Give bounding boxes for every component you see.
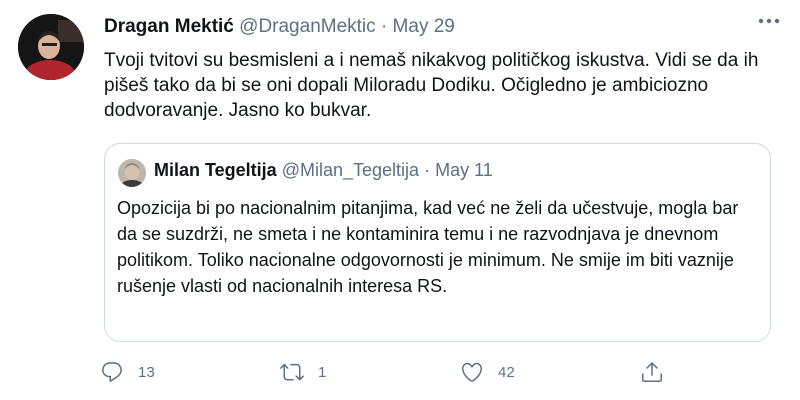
share-icon [642, 362, 662, 382]
more-icon [758, 18, 780, 24]
quoted-tweet-date: May 11 [435, 160, 493, 180]
author-name[interactable]: Dragan Mektić [104, 16, 234, 37]
tweet-date[interactable]: May 29 [393, 16, 455, 37]
tweet-text: Tvoji tvitovi su besmisleni a i nemaš ni… [104, 50, 759, 121]
avatar[interactable] [18, 14, 84, 80]
quoted-tweet-text: Opozicija bi po nacionalnim pitanjima, k… [117, 198, 739, 296]
avatar-image [18, 14, 84, 80]
author-handle[interactable]: @DraganMektic [239, 16, 376, 37]
reply-count: 13 [138, 363, 155, 381]
quoted-tweet-card[interactable]: Milan Tegeltija @Milan_Tegeltija · May 1… [104, 143, 771, 342]
heart-icon [461, 362, 483, 382]
reply-icon [102, 362, 122, 382]
retweet-button[interactable]: 1 [280, 354, 326, 390]
header-separator: · [380, 16, 388, 37]
reply-button[interactable]: 13 [100, 354, 155, 390]
more-button[interactable] [752, 6, 786, 36]
tweet-body: Tvoji tvitovi su besmisleni a i nemaš ni… [104, 48, 774, 123]
quoted-tweet-body: Opozicija bi po nacionalnim pitanjima, k… [117, 195, 762, 299]
quoted-avatar [118, 159, 146, 187]
quoted-author-handle: @Milan_Tegeltija [281, 160, 420, 180]
quoted-avatar-image [118, 159, 146, 187]
quoted-author-name: Milan Tegeltija [154, 160, 277, 180]
action-bar: 13 1 42 [100, 354, 680, 390]
like-button[interactable]: 42 [460, 354, 515, 390]
tweet-header: Dragan Mektić @DraganMektic · May 29 [104, 16, 455, 38]
quoted-tweet-header: Milan Tegeltija @Milan_Tegeltija · May 1… [154, 160, 493, 181]
like-count: 42 [498, 363, 515, 381]
retweet-icon [280, 363, 304, 381]
share-button[interactable] [640, 354, 664, 390]
quoted-header-separator: · [424, 160, 431, 180]
retweet-count: 1 [318, 363, 327, 381]
